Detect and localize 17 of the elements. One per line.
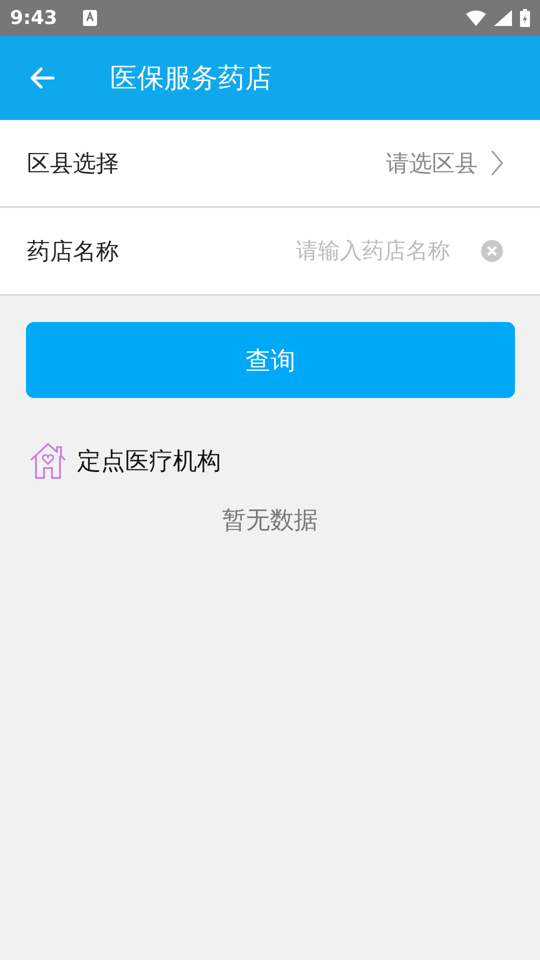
empty-message: 暂无数据: [221, 505, 319, 536]
pharmacy-name-field[interactable]: 请输入药店名称: [131, 238, 468, 264]
battery-icon: [520, 9, 530, 27]
section-title: 定点医疗机构: [77, 446, 221, 477]
wifi-icon: [466, 10, 486, 26]
back-arrow-icon[interactable]: [29, 66, 55, 90]
district-row[interactable]: 区县选择 请选区县: [0, 120, 540, 208]
district-placeholder: 请选区县: [386, 150, 478, 178]
chevron-right-icon: [490, 149, 504, 177]
status-time: 9:43: [10, 7, 58, 29]
signal-icon: [494, 10, 512, 26]
page-title: 医保服务药店: [110, 62, 272, 96]
pharmacy-label: 药店名称: [27, 238, 119, 266]
keyboard-notification-icon: [83, 10, 98, 26]
district-label: 区县选择: [27, 150, 119, 178]
clear-icon[interactable]: [480, 239, 504, 263]
house-heart-icon: [29, 442, 67, 480]
